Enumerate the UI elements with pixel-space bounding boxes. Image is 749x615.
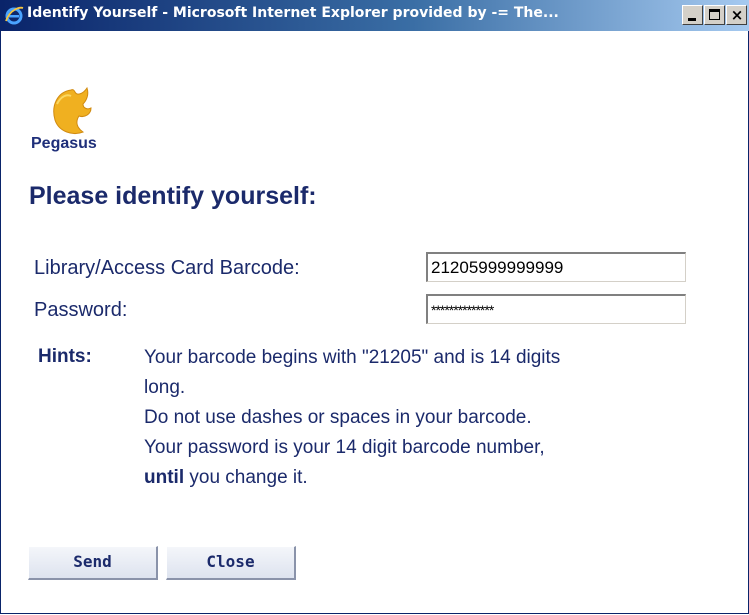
minimize-icon <box>688 18 696 21</box>
close-button[interactable]: Close <box>166 546 296 580</box>
hints-text: Your barcode begins with "21205" and is … <box>144 343 734 493</box>
close-icon: × <box>730 6 744 24</box>
maximize-icon <box>709 9 720 20</box>
window-title: Identify Yourself - Microsoft Internet E… <box>27 5 559 21</box>
minimize-button[interactable] <box>682 5 703 25</box>
hint-line-5-rest: you change it. <box>184 467 308 488</box>
password-label: Password: <box>34 299 128 321</box>
hints-label: Hints: <box>38 346 92 367</box>
title-bar[interactable]: Identify Yourself - Microsoft Internet E… <box>1 0 749 31</box>
hint-line-2: long. <box>144 377 186 398</box>
logo-text: Pegasus <box>31 135 97 152</box>
close-window-button[interactable]: × <box>726 5 747 25</box>
hint-line-1: Your barcode begins with "21205" and is … <box>144 347 561 368</box>
hint-line-4: Your password is your 14 digit barcode n… <box>144 437 545 458</box>
hint-line-3: Do not use dashes or spaces in your barc… <box>144 407 532 428</box>
internet-explorer-icon <box>5 6 24 25</box>
barcode-input[interactable] <box>426 252 686 282</box>
hint-line-5: until you change it. <box>144 463 734 493</box>
popup-window: Identify Yourself - Microsoft Internet E… <box>0 0 749 614</box>
hint-until-bold: until <box>144 467 185 488</box>
password-input[interactable] <box>426 294 686 324</box>
page-title: Please identify yourself: <box>29 182 317 210</box>
barcode-label: Library/Access Card Barcode: <box>34 257 300 279</box>
maximize-button[interactable] <box>704 5 725 25</box>
send-button[interactable]: Send <box>28 546 158 580</box>
